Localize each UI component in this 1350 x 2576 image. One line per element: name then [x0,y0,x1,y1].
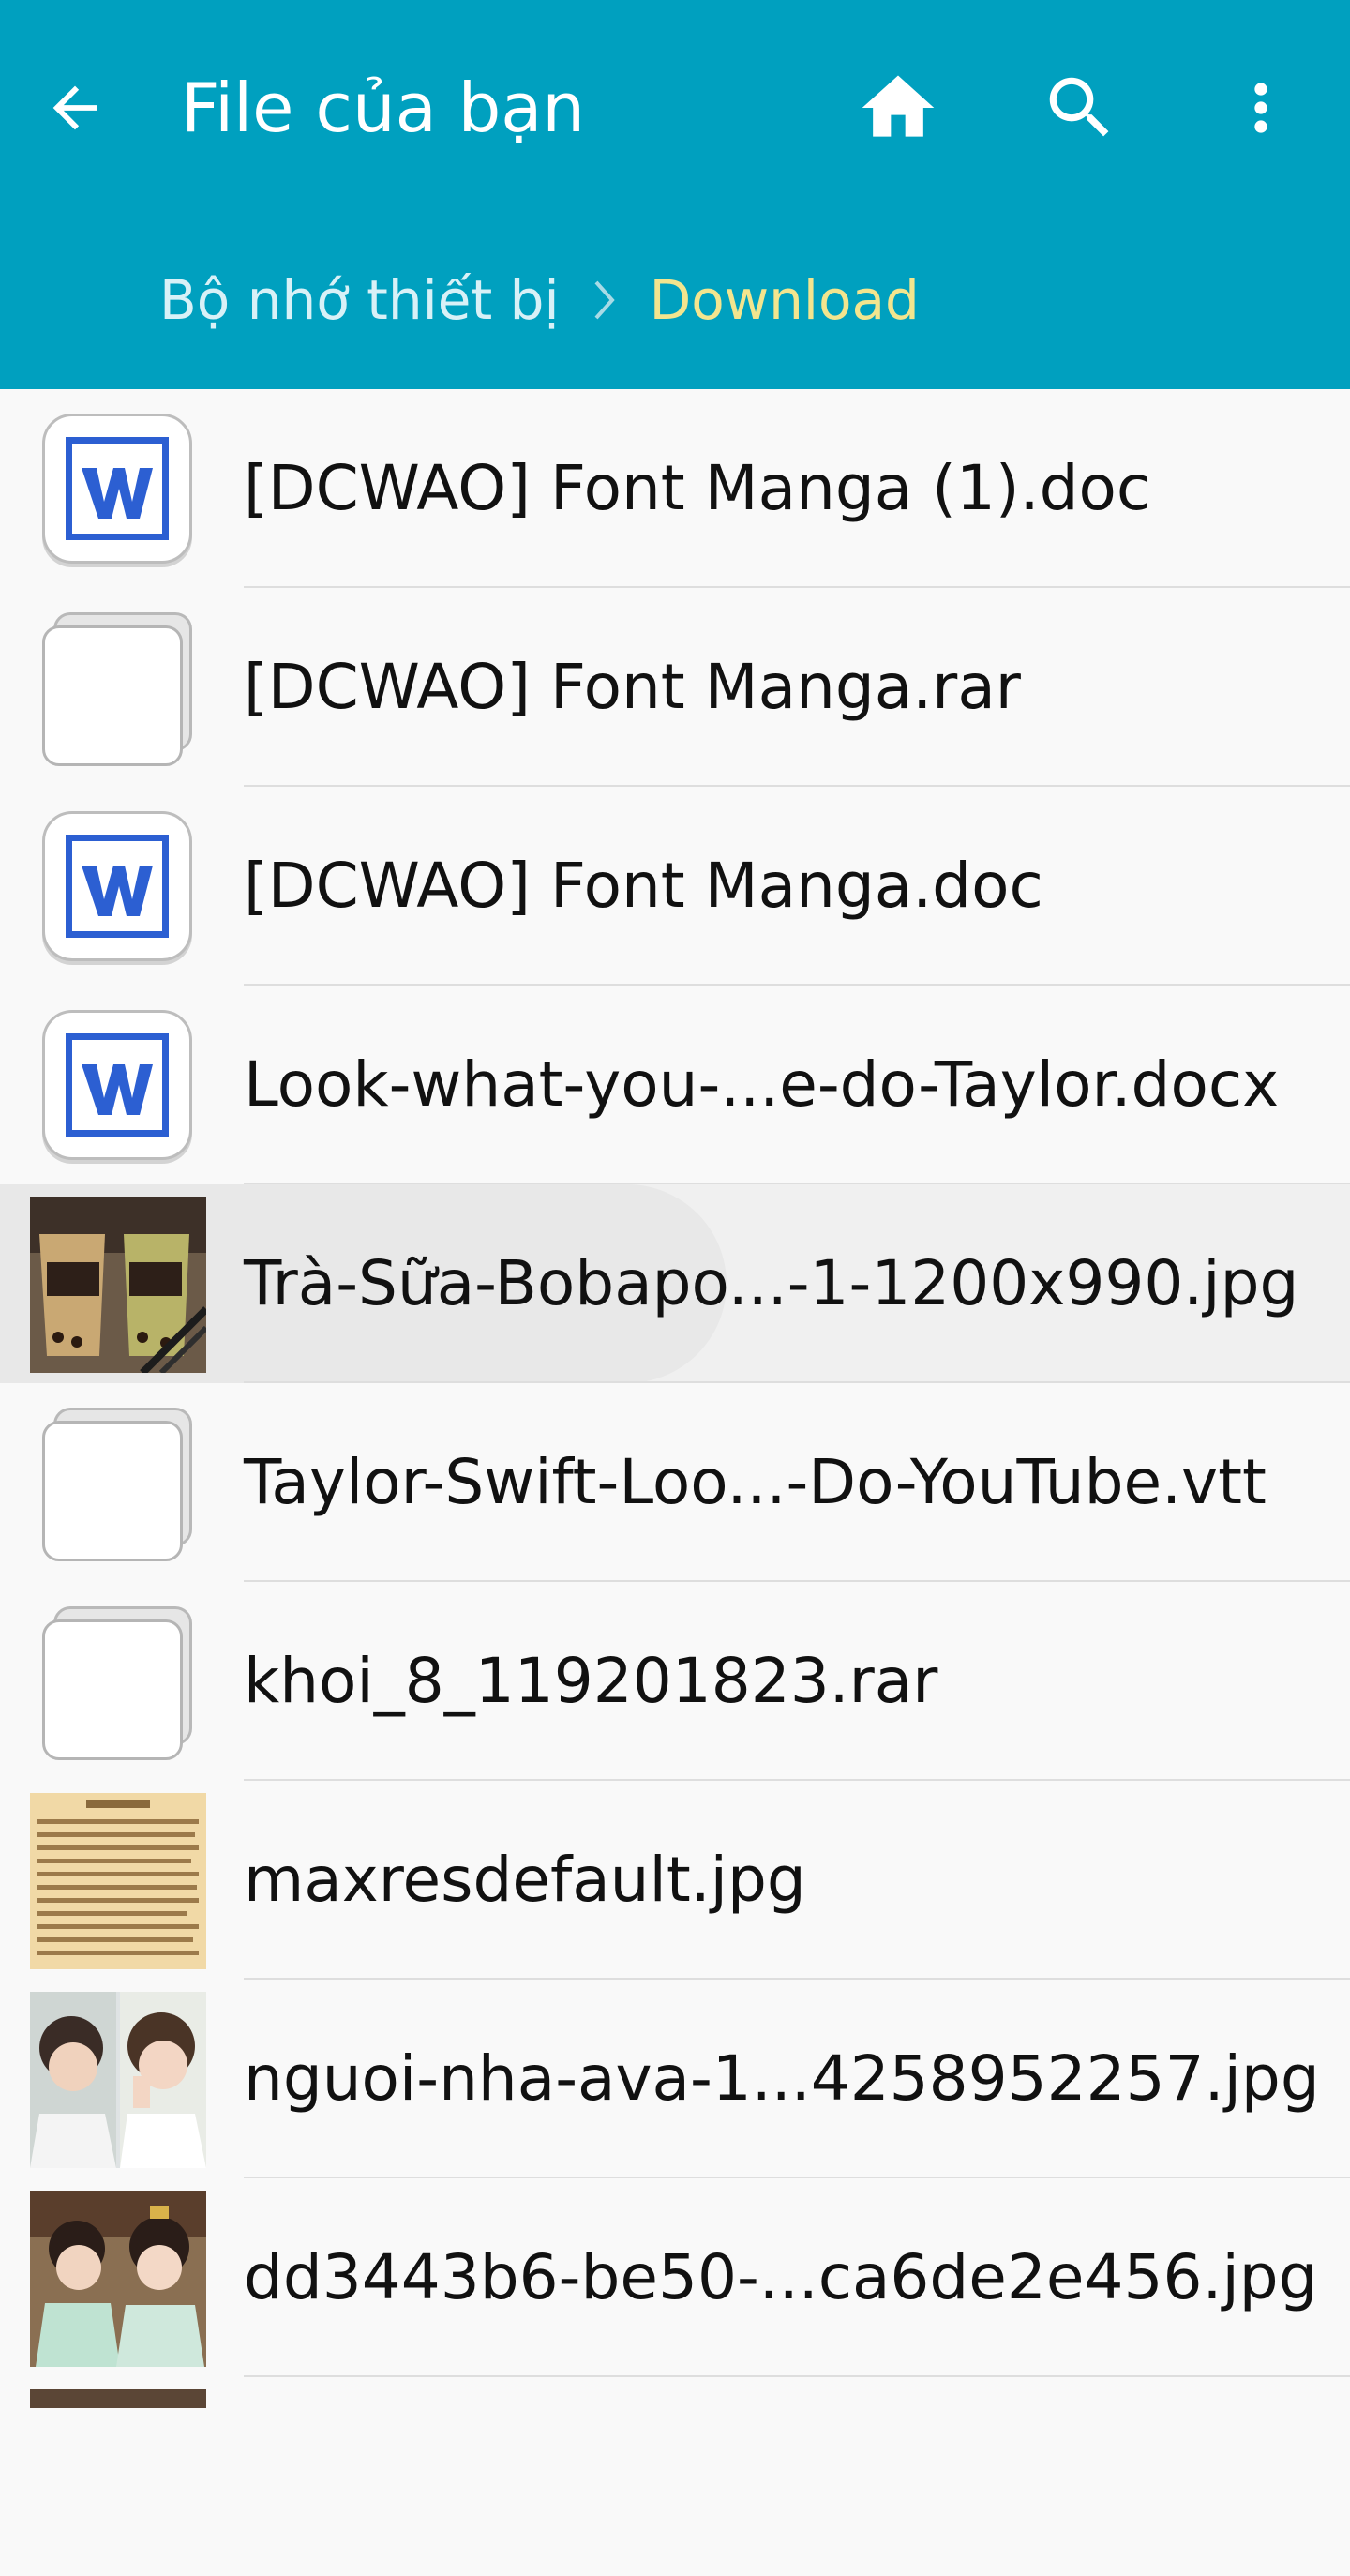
file-name: Look-what-you-...e-do-Taylor.docx [244,1048,1280,1121]
more-options-button[interactable] [1205,52,1317,164]
app-bar: File của bạn Bộ nhớ thiết bị Download [0,0,1350,389]
file-list: [DCWAO] Font Manga (1).doc [DCWAO] Font … [0,389,1350,2576]
arrow-left-icon [52,85,98,130]
file-row[interactable]: [DCWAO] Font Manga (1).doc [0,389,1350,588]
page-title: File của bạn [181,68,586,147]
file-name: maxresdefault.jpg [244,1844,806,1916]
file-name: [DCWAO] Font Manga (1).doc [244,452,1151,524]
file-row[interactable]: Taylor-Swift-Loo...-Do-YouTube.vtt [0,1383,1350,1582]
file-name: [DCWAO] Font Manga.rar [244,651,1021,723]
word-doc-icon [42,811,192,961]
file-row[interactable]: dd3443b6-be50-...ca6de2e456.jpg [0,2178,1350,2377]
file-name: khoi_8_119201823.rar [244,1645,938,1717]
generic-file-icon [42,1606,197,1761]
more-vert-icon [1254,83,1268,133]
file-row[interactable]: Trà-Sữa-Bobapo...-1-1200x990.jpg [0,1184,1350,1383]
file-name: Taylor-Swift-Loo...-Do-YouTube.vtt [244,1446,1267,1518]
breadcrumb-device-storage[interactable]: Bộ nhớ thiết bị [159,268,560,332]
file-name: Trà-Sữa-Bobapo...-1-1200x990.jpg [244,1247,1299,1319]
file-row-partial[interactable] [0,2377,1350,2576]
file-row[interactable]: khoi_8_119201823.rar [0,1582,1350,1781]
file-name: [DCWAO] Font Manga.doc [244,850,1043,922]
home-icon [862,75,935,137]
file-row[interactable]: [DCWAO] Font Manga.doc [0,787,1350,986]
search-button[interactable] [1024,52,1136,164]
image-thumbnail [30,2191,206,2367]
word-doc-icon [42,1010,192,1160]
file-name: nguoi-nha-ava-1...4258952257.jpg [244,2042,1320,2115]
file-name: dd3443b6-be50-...ca6de2e456.jpg [244,2241,1318,2313]
generic-file-icon [42,1408,197,1562]
file-row[interactable]: maxresdefault.jpg [0,1781,1350,1980]
file-row[interactable]: [DCWAO] Font Manga.rar [0,588,1350,787]
breadcrumb-download[interactable]: Download [650,268,920,332]
file-row[interactable]: nguoi-nha-ava-1...4258952257.jpg [0,1980,1350,2178]
search-icon [1049,77,1109,137]
word-doc-icon [42,414,192,564]
breadcrumb: Bộ nhớ thiết bị Download [159,263,920,338]
generic-file-icon [42,612,197,767]
image-thumbnail [30,1793,206,1969]
chevron-right-icon [594,280,615,320]
back-button[interactable] [28,52,122,164]
home-button[interactable] [842,52,954,164]
image-thumbnail [30,1197,206,1373]
breadcrumb-separator [592,278,618,323]
image-thumbnail [30,1992,206,2168]
file-row[interactable]: Look-what-you-...e-do-Taylor.docx [0,986,1350,1184]
image-thumbnail [30,2389,206,2408]
